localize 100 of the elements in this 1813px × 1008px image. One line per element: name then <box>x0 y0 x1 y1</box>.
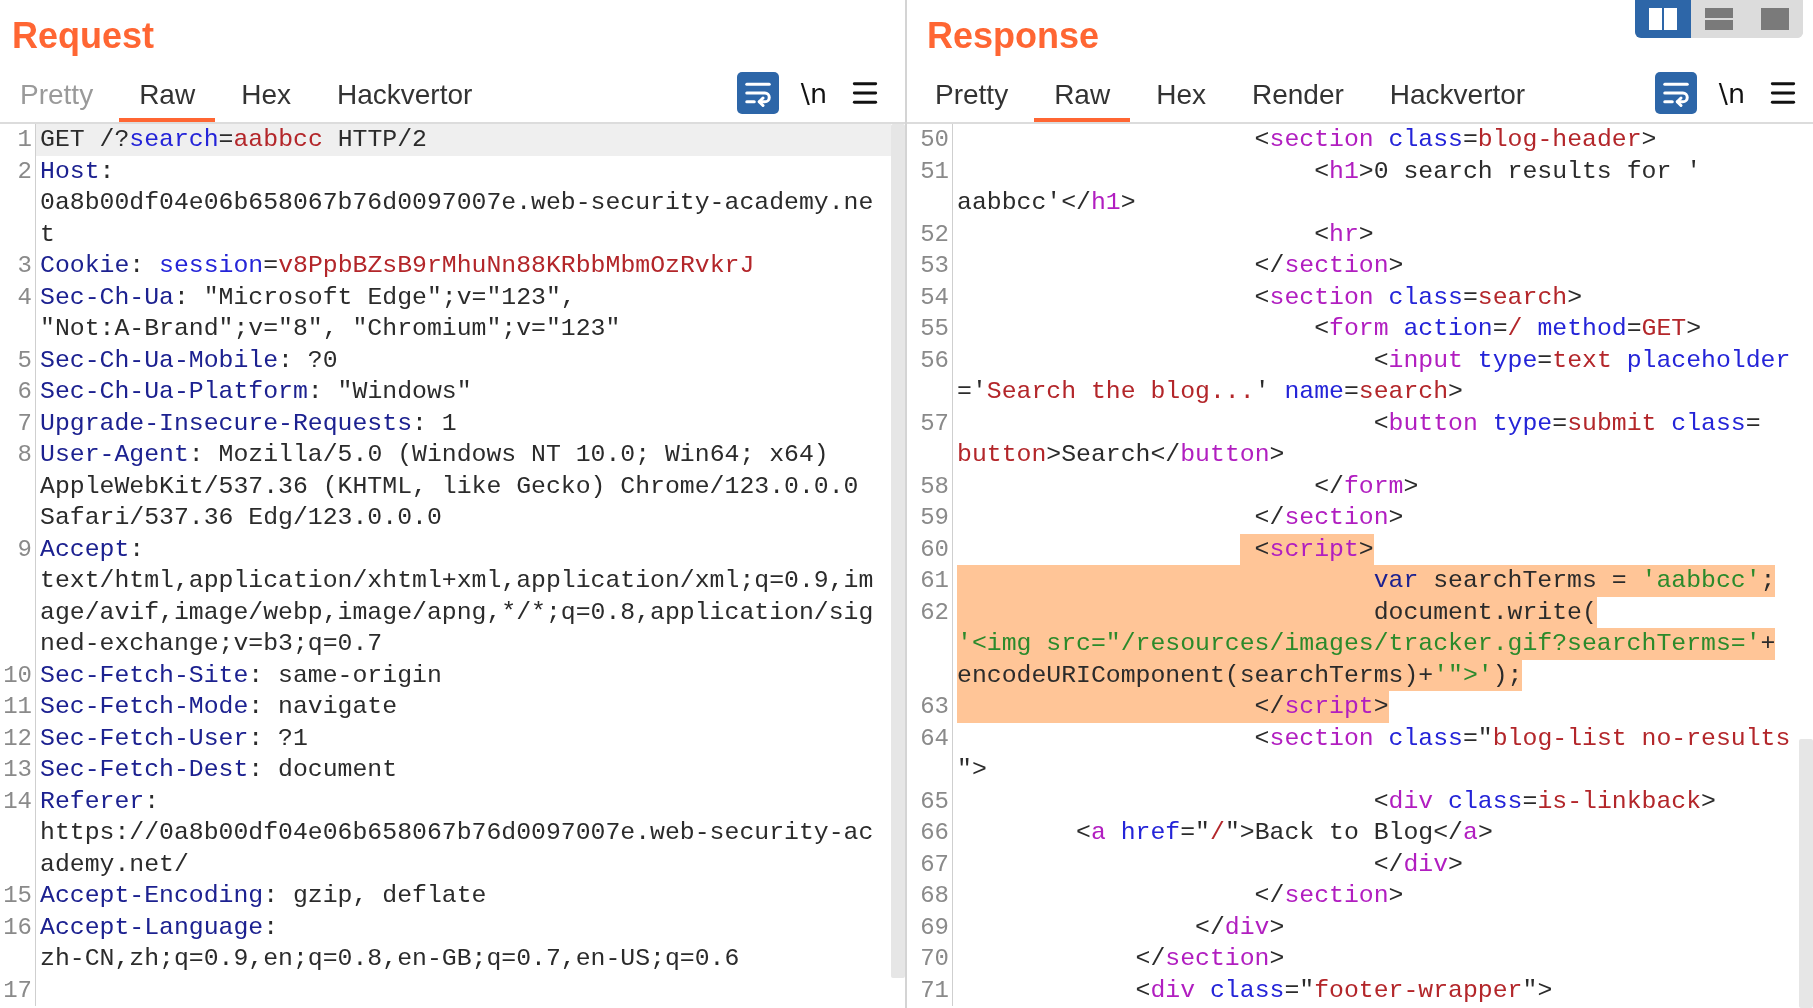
code-line: Accept: <box>40 533 145 565</box>
line-number: 65 <box>920 786 949 817</box>
code-line: </section> <box>1253 502 1404 533</box>
code-line: Sec-Fetch-Site: same-origin <box>40 659 442 691</box>
code-line: age/avif,image/webp,image/apng,*/*;q=0.8,application/sig <box>40 596 874 628</box>
code-line: button>Search</button> <box>957 439 1285 470</box>
line-number: 68 <box>920 881 949 911</box>
line-number: 52 <box>920 219 949 250</box>
line-number: 58 <box>920 471 949 502</box>
line-number: 50 <box>920 125 949 155</box>
code-line: <section class=search> <box>1253 281 1583 313</box>
code-line: <input type=text placeholder <box>1372 344 1791 376</box>
code-line: 0a8b00df04e06b658067b76d0097007e.web-security-academy.ne <box>40 187 874 218</box>
line-number: 66 <box>920 818 949 848</box>
code-line: "> <box>957 754 987 785</box>
code-line: <form action=/ method=GET> <box>1313 313 1702 344</box>
view-tab[interactable]: Render <box>1231 68 1364 122</box>
line-number: 1 <box>17 125 32 155</box>
wrap-lines-button[interactable] <box>736 72 779 114</box>
code-line: <button type=submit class= <box>1372 407 1761 439</box>
code-line: <a href="/">Back to Blog</a> <box>1075 817 1493 848</box>
line-number: 13 <box>3 755 32 785</box>
line-number: 12 <box>3 723 32 754</box>
code-line: <div class=is-linkback> <box>1372 785 1716 817</box>
code-line: Sec-Ch-Ua-Platform: "Windows" <box>40 376 472 407</box>
code-line: <section class="blog-list no-results <box>1253 722 1791 754</box>
code-line: </section> <box>1134 943 1285 974</box>
code-line: text/html,application/xhtml+xml,application/xml;q=0.9,im <box>40 565 874 596</box>
line-number: 15 <box>3 881 32 911</box>
line-number: 17 <box>3 975 32 1006</box>
view-tab[interactable]: Hex <box>1136 68 1226 122</box>
line-number: 8 <box>17 440 32 470</box>
line-number: 63 <box>920 692 949 722</box>
view-tab[interactable]: Hex <box>221 68 311 122</box>
code-line: Accept-Language: <box>40 911 279 943</box>
line-number: 57 <box>920 408 949 439</box>
panel-title: Request <box>12 14 155 58</box>
line-number: 14 <box>3 786 32 817</box>
code-line: AppleWebKit/537.36 (KHTML, like Gecko) Chrome/123.0.0.0 <box>40 470 859 502</box>
split-columns-icon <box>1649 8 1677 30</box>
line-number: 64 <box>920 723 949 754</box>
line-number: 60 <box>920 534 949 565</box>
line-number: 2 <box>17 156 32 187</box>
code-line: zh-CN,zh;q=0.9,en;q=0.8,en-GB;q=0.7,en-US;q=0.6 <box>40 943 740 974</box>
code-line: </div> <box>1194 911 1285 943</box>
line-number: 11 <box>3 692 32 722</box>
line-number: 16 <box>3 912 32 943</box>
line-number: 54 <box>920 282 949 313</box>
code-line: Upgrade-Insecure-Requests: 1 <box>40 407 457 439</box>
code-line: ned-exchange;v=b3;q=0.7 <box>40 628 383 659</box>
code-line: Sec-Fetch-Mode: navigate <box>40 691 398 722</box>
line-number: 51 <box>920 156 949 187</box>
code-line: </section> <box>1253 880 1404 911</box>
line-number: 4 <box>17 282 32 313</box>
code-line: <div class="footer-wrapper"> <box>1134 974 1553 1006</box>
line-number: 61 <box>920 566 949 596</box>
code-line: Sec-Fetch-Dest: document <box>40 754 398 785</box>
view-tab[interactable]: Hackvertor <box>316 68 493 122</box>
code-line: Cookie: session=v8PpbBZsB9rMhuNn88KRbbMbmOzRvkrJ <box>40 250 755 281</box>
newline-toggle[interactable]: \n <box>796 77 831 109</box>
code-line: "Not:A-Brand";v="8", "Chromium";v="123" <box>40 313 621 344</box>
code-line: <hr> <box>1313 218 1374 250</box>
single-pane-icon <box>1761 8 1789 30</box>
line-number: 59 <box>920 503 949 533</box>
line-number: 71 <box>920 975 949 1006</box>
view-tab[interactable]: Hackvertor <box>1369 68 1546 122</box>
code-line: aabbcc'</h1> <box>957 187 1136 218</box>
split-rows-icon <box>1705 8 1733 30</box>
line-number: 70 <box>920 944 949 974</box>
view-tab[interactable]: Raw <box>1034 68 1131 122</box>
line-number: 69 <box>920 912 949 943</box>
code-line: Safari/537.36 Edg/123.0.0.0 <box>40 502 442 533</box>
view-tab[interactable]: Pretty <box>915 68 1029 122</box>
code-line: </div> <box>1372 848 1463 880</box>
code-line: GET /?search=aabbcc HTTP/2 <box>40 124 427 155</box>
code-line: ademy.net/ <box>40 848 189 880</box>
code-line: Sec-Ch-Ua: "Microsoft Edge";v="123", <box>40 281 576 313</box>
line-number: 5 <box>17 345 32 376</box>
code-line: <h1>0 search results for ' <box>1313 155 1702 187</box>
line-number: 53 <box>920 251 949 281</box>
wrap-lines-button[interactable] <box>1654 72 1697 114</box>
code-line: User-Agent: Mozilla/5.0 (Windows NT 10.0; Win64; x64) <box>40 439 829 470</box>
line-number: 62 <box>920 597 949 628</box>
code-line: t <box>40 218 55 250</box>
line-number: 7 <box>17 408 32 439</box>
code-line: https://0a8b00df04e06b658067b76d0097007e.web-security-ac <box>40 817 874 848</box>
view-mode-button[interactable] <box>1635 0 1691 38</box>
line-number: 56 <box>920 345 949 376</box>
line-number: 3 <box>17 251 32 281</box>
code-line: Referer: <box>40 785 160 817</box>
code-line: Sec-Ch-Ua-Mobile: ?0 <box>40 344 338 376</box>
code-line: <section class=blog-header> <box>1253 124 1657 155</box>
code-line: Accept-Encoding: gzip, deflate <box>40 880 487 911</box>
newline-toggle[interactable]: \n <box>1714 77 1749 109</box>
code-line: Host: <box>40 155 115 187</box>
line-number: 6 <box>17 377 32 407</box>
line-number: 10 <box>3 660 32 691</box>
code-line: </section> <box>1253 250 1404 281</box>
code-line: Sec-Fetch-User: ?1 <box>40 722 308 754</box>
line-number: 9 <box>17 534 32 565</box>
